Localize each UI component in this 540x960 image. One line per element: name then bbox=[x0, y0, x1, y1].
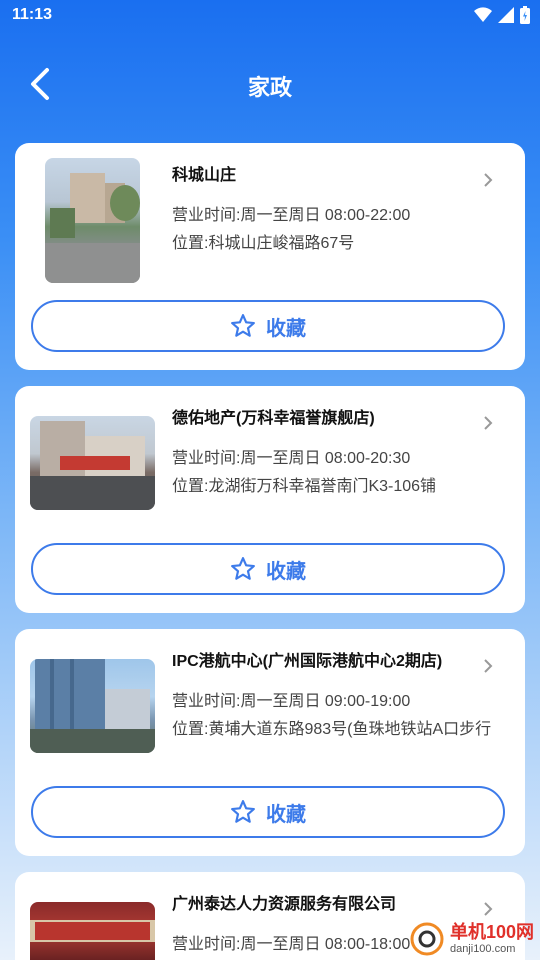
store-card[interactable]: 科城山庄 营业时间:周一至周日 08:00-22:00 位置:科城山庄峻福路67… bbox=[15, 143, 525, 370]
store-address: 位置:黄埔大道东路983号(鱼珠地铁站A口步行 bbox=[172, 721, 492, 738]
store-card[interactable]: IPC港航中心(广州国际港航中心2期店) 营业时间:周一至周日 09:00-19… bbox=[15, 629, 525, 856]
store-photo bbox=[30, 416, 155, 510]
store-hours: 营业时间:周一至周日 08:00-20:30 bbox=[172, 450, 411, 467]
star-icon bbox=[231, 314, 255, 337]
store-address: 位置:龙湖街万科幸福誉南门K3-106铺 bbox=[172, 478, 437, 495]
store-photo bbox=[30, 902, 155, 960]
store-name: 科城山庄 bbox=[172, 167, 237, 184]
favorite-button[interactable]: 收藏 bbox=[31, 786, 505, 838]
store-card[interactable]: 德佑地产(万科幸福誉旗舰店) 营业时间:周一至周日 08:00-20:30 位置… bbox=[15, 386, 525, 613]
store-photo bbox=[45, 158, 140, 283]
chevron-right-icon[interactable] bbox=[481, 173, 495, 187]
battery-icon bbox=[520, 6, 530, 24]
status-bar: 11:13 bbox=[0, 0, 540, 32]
page-title: 家政 bbox=[247, 75, 292, 100]
watermark: 单机100网 danji100.com bbox=[410, 922, 534, 956]
store-photo bbox=[30, 659, 155, 753]
favorite-label: 收藏 bbox=[266, 317, 306, 340]
chevron-right-icon[interactable] bbox=[481, 416, 495, 430]
store-name: 德佑地产(万科幸福誉旗舰店) bbox=[172, 410, 375, 427]
status-time: 11:13 bbox=[12, 6, 53, 23]
favorite-label: 收藏 bbox=[266, 560, 306, 583]
store-hours: 营业时间:周一至周日 09:00-19:00 bbox=[172, 693, 411, 710]
watermark-url: danji100.com bbox=[449, 942, 516, 955]
signal-icon bbox=[498, 7, 514, 23]
favorite-button[interactable]: 收藏 bbox=[31, 300, 505, 352]
star-icon bbox=[231, 557, 255, 580]
top-bar: 家政 bbox=[0, 50, 540, 120]
chevron-right-icon[interactable] bbox=[481, 902, 495, 916]
star-icon bbox=[231, 800, 255, 823]
favorite-button[interactable]: 收藏 bbox=[31, 543, 505, 595]
store-name: 广州泰达人力资源服务有限公司 bbox=[172, 896, 397, 913]
watermark-logo-icon bbox=[410, 922, 444, 956]
wifi-icon bbox=[474, 7, 492, 23]
status-icons bbox=[474, 6, 530, 24]
watermark-brand: 单机100网 bbox=[449, 922, 534, 943]
favorite-label: 收藏 bbox=[266, 803, 306, 826]
store-address: 位置:科城山庄峻福路67号 bbox=[172, 235, 355, 252]
store-hours: 营业时间:周一至周日 08:00-22:00 bbox=[172, 207, 411, 224]
chevron-right-icon[interactable] bbox=[481, 659, 495, 673]
store-name: IPC港航中心(广州国际港航中心2期店) bbox=[172, 653, 443, 670]
